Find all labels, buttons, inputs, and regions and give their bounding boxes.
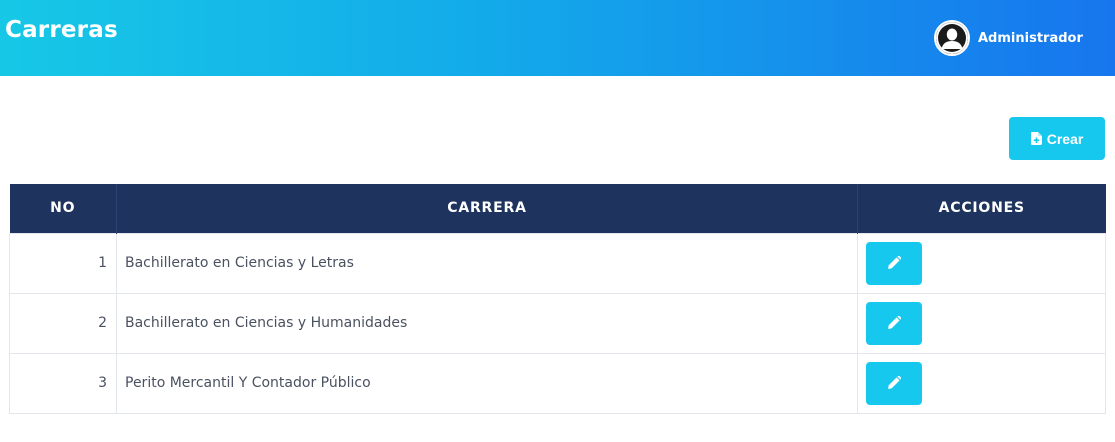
actions-cell <box>857 232 1106 294</box>
table-row: 3 Perito Mercantil Y Contador Público <box>9 352 1106 414</box>
career-name: Perito Mercantil Y Contador Público <box>116 352 858 414</box>
column-header-carrera: CARRERA <box>116 184 858 233</box>
row-number: 2 <box>9 292 117 354</box>
column-header-no: NO <box>9 184 117 233</box>
user-silhouette-icon <box>934 20 970 56</box>
actions-cell <box>857 352 1106 414</box>
edit-button[interactable] <box>866 361 922 405</box>
row-number: 3 <box>9 352 117 414</box>
page-title: Carreras <box>5 17 118 43</box>
pencil-icon <box>887 316 901 330</box>
pencil-icon <box>887 256 901 270</box>
careers-table: NO CARRERA ACCIONES 1 Bachillerato en Ci… <box>9 184 1106 414</box>
column-header-acciones: ACCIONES <box>857 184 1106 233</box>
top-header-bar: Carreras Administrador <box>0 0 1115 76</box>
career-name: Bachillerato en Ciencias y Humanidades <box>116 292 858 354</box>
user-name: Administrador <box>978 30 1083 46</box>
table-row: 2 Bachillerato en Ciencias y Humanidades <box>9 292 1106 354</box>
user-menu[interactable]: Administrador <box>934 20 1083 56</box>
edit-button[interactable] <box>866 301 922 345</box>
career-name: Bachillerato en Ciencias y Letras <box>116 232 858 294</box>
table-header-row: NO CARRERA ACCIONES <box>9 184 1106 233</box>
file-plus-icon <box>1030 132 1042 145</box>
edit-button[interactable] <box>866 241 922 285</box>
table-row: 1 Bachillerato en Ciencias y Letras <box>9 232 1106 294</box>
pencil-icon <box>887 376 901 390</box>
create-button[interactable]: Crear <box>1009 117 1105 160</box>
actions-cell <box>857 292 1106 354</box>
row-number: 1 <box>9 232 117 294</box>
create-button-label: Crear <box>1046 130 1084 147</box>
